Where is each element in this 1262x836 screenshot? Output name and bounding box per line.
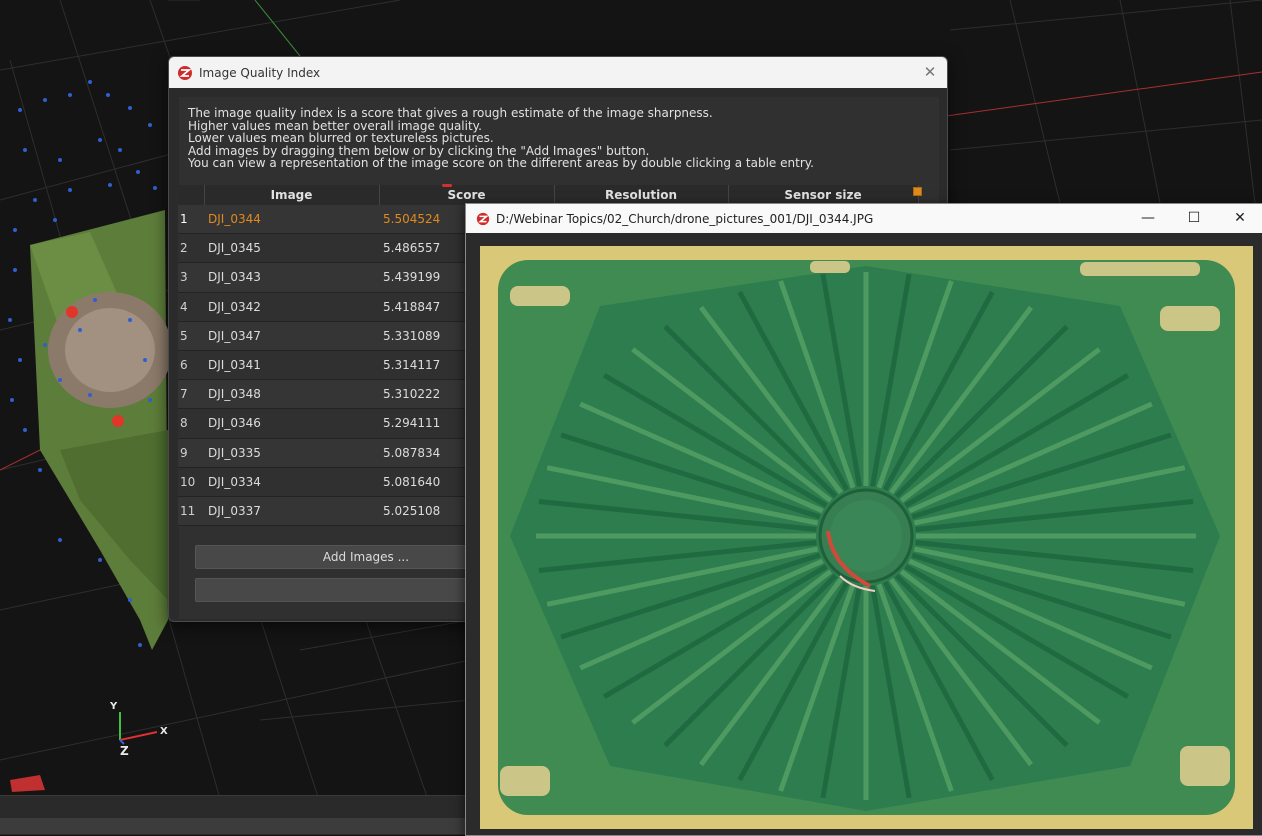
image-quality-map[interactable] bbox=[480, 246, 1253, 829]
row-number: 7 bbox=[178, 379, 204, 410]
row-number: 6 bbox=[178, 350, 204, 381]
close-icon[interactable]: ✕ bbox=[921, 63, 939, 81]
sort-indicator-icon bbox=[442, 184, 453, 187]
row-number: 1 bbox=[178, 205, 204, 235]
column-header-resolution[interactable]: Resolution bbox=[554, 185, 729, 205]
row-number: 8 bbox=[178, 408, 204, 439]
bottom-panel bbox=[0, 818, 470, 834]
description-text: The image quality index is a score that … bbox=[179, 97, 939, 170]
image-name-cell[interactable]: DJI_0346 bbox=[204, 408, 379, 439]
axis-z-label: Z bbox=[120, 744, 129, 758]
close-button[interactable]: ✕ bbox=[1217, 204, 1262, 233]
maximize-button[interactable]: ☐ bbox=[1171, 204, 1217, 233]
column-header-score[interactable]: Score bbox=[379, 184, 555, 205]
minimize-button[interactable]: — bbox=[1125, 204, 1171, 233]
app-logo-icon bbox=[178, 65, 192, 80]
axis-y-label: Y bbox=[110, 701, 118, 712]
row-number: 2 bbox=[178, 233, 204, 264]
image-name-cell[interactable]: DJI_0337 bbox=[204, 496, 379, 527]
row-number: 3 bbox=[178, 262, 204, 293]
dialog-title: Image Quality Index bbox=[199, 65, 321, 80]
image-name-cell[interactable]: DJI_0334 bbox=[204, 467, 379, 497]
image-name-cell[interactable]: DJI_0348 bbox=[204, 379, 379, 410]
column-header-image[interactable]: Image bbox=[204, 185, 380, 205]
row-number: 4 bbox=[178, 292, 204, 322]
app-logo-icon bbox=[476, 212, 490, 225]
description-line: The image quality index is a score that … bbox=[188, 106, 713, 120]
column-header-sensor-size[interactable]: Sensor size bbox=[728, 185, 919, 205]
image-name-cell[interactable]: DJI_0347 bbox=[204, 321, 379, 351]
row-number: 9 bbox=[178, 438, 204, 468]
image-name-cell[interactable]: DJI_0345 bbox=[204, 233, 379, 264]
image-name-cell[interactable]: DJI_0342 bbox=[204, 292, 379, 322]
image-name-cell[interactable]: DJI_0335 bbox=[204, 438, 379, 468]
description-line: You can view a representation of the ima… bbox=[188, 156, 814, 171]
column-options-button[interactable] bbox=[913, 187, 922, 196]
description-line: Lower values mean blurred or textureless… bbox=[188, 131, 494, 146]
viewer-title: D:/Webinar Topics/02_Church/drone_pictur… bbox=[496, 211, 874, 226]
image-viewer-window: D:/Webinar Topics/02_Church/drone_pictur… bbox=[465, 203, 1262, 836]
row-number: 10 bbox=[178, 467, 204, 497]
row-number: 5 bbox=[178, 321, 204, 351]
row-number: 11 bbox=[178, 496, 204, 527]
image-name-cell[interactable]: DJI_0343 bbox=[204, 262, 379, 293]
image-name-cell[interactable]: DJI_0341 bbox=[204, 350, 379, 381]
image-name-cell[interactable]: DJI_0344 bbox=[204, 205, 379, 235]
axis-x-label: X bbox=[160, 726, 168, 737]
row-number-header bbox=[178, 185, 205, 205]
start-button[interactable]: Start bbox=[195, 578, 497, 602]
viewer-titlebar[interactable]: D:/Webinar Topics/02_Church/drone_pictur… bbox=[466, 204, 1262, 233]
column-header-score-label: Score bbox=[447, 188, 486, 202]
dialog-titlebar[interactable]: Image Quality Index ✕ bbox=[169, 57, 947, 88]
